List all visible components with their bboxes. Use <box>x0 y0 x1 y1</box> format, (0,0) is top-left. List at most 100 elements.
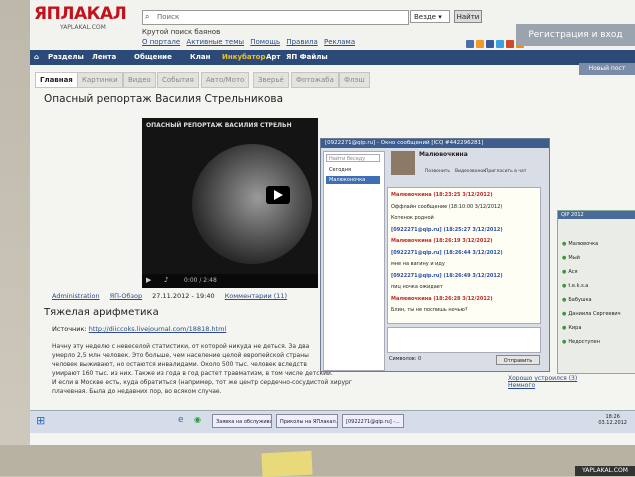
screen: ЯПЛАКАЛ YAPLAKAL.COM ⌕ Поиск Везде ▾ Най… <box>30 0 635 445</box>
taskbar: ⊞ e ◉ Заявка на обслуживан... Приколы на… <box>30 410 635 433</box>
mail-icon[interactable] <box>506 40 514 48</box>
sticky-note <box>261 450 313 477</box>
register-login-button[interactable]: Регистрация и вход <box>516 24 635 46</box>
site-logo[interactable]: ЯПЛАКАЛ <box>34 4 127 24</box>
message-header: [0922271@qip.ru] (18:25:27 3/12/2012) <box>391 226 503 233</box>
browser-icon[interactable]: e <box>178 415 184 425</box>
taskbar-item[interactable]: Заявка на обслуживан... <box>212 414 272 428</box>
contact-list-item[interactable]: Даниила Сергеевич <box>562 311 620 317</box>
link-about[interactable]: О портале <box>142 38 180 46</box>
video-controls[interactable]: ▶ ♪ 0:00 / 2:48 <box>142 274 318 288</box>
post-comments[interactable]: Комментарии (11) <box>225 292 287 300</box>
link-active-topics[interactable]: Активные темы <box>186 38 244 46</box>
taskbar-item[interactable]: [0922271@qip.ru] -... <box>342 414 404 428</box>
message-text: Котенок родной <box>391 215 434 221</box>
message-header: [0922271@qip.ru] (18:26:44 3/12/2012) <box>391 249 503 256</box>
nav-incubator[interactable]: Инкубатор <box>222 53 266 61</box>
search-placeholder: Поиск <box>157 13 180 21</box>
post-title-2[interactable]: Тяжелая арифметика <box>44 307 159 318</box>
nav-files[interactable]: ЯП Файлы <box>286 53 328 61</box>
send-button[interactable]: Отправить <box>496 355 540 365</box>
body-line: плачевная. Была до недавних пор, во всяк… <box>52 388 222 395</box>
clock-date: 03.12.2012 <box>598 420 627 426</box>
nav-clan[interactable]: Клан <box>190 53 210 61</box>
twitter-icon[interactable] <box>496 40 504 48</box>
facebook-icon[interactable] <box>486 40 494 48</box>
message-header: [0922271@qip.ru] (18:26:49 3/12/2012) <box>391 272 503 279</box>
body-line: умирают 160 тыс. из них. Также из года в… <box>52 370 333 377</box>
new-post-button[interactable]: Новый пост <box>579 63 635 75</box>
avatar <box>391 151 415 175</box>
contact-list-item[interactable]: Недоступен <box>562 339 600 345</box>
chat-titlebar[interactable]: [0922271@qip.ru] - Окно сообщений [ICQ #… <box>321 139 549 148</box>
nav-chat[interactable]: Общение <box>134 53 172 61</box>
tab-main[interactable]: Главная <box>35 72 78 88</box>
search-input[interactable]: ⌕ Поиск <box>142 10 409 25</box>
nav-art[interactable]: Арт <box>266 53 281 61</box>
contact-group-today[interactable]: Сегодня <box>326 166 380 174</box>
message-text: Блин, ты не поспишь ночью? <box>391 307 468 313</box>
volume-icon[interactable]: ♪ <box>164 276 168 284</box>
post-section[interactable]: ЯП-Обзор <box>110 292 142 300</box>
contact-list-item[interactable]: Кира <box>562 325 581 331</box>
post-title[interactable]: Опасный репортаж Василия Стрельникова <box>44 93 283 105</box>
search-button[interactable]: Найти <box>454 10 482 23</box>
sidebar-link[interactable]: Хорошо устроился (3) <box>508 375 577 382</box>
vk-icon[interactable] <box>466 40 474 48</box>
post-meta: Administration ЯП-Обзор 27.11.2012 - 19:… <box>52 292 295 300</box>
call-button[interactable]: Позвонить <box>425 169 450 174</box>
post-source: Источник: http://diiccoks.livejournal.co… <box>52 325 226 333</box>
source-label: Источник: <box>52 325 87 333</box>
sidebar-link[interactable]: Немного <box>508 382 577 389</box>
home-icon[interactable]: ⌂ <box>34 53 39 61</box>
contact-list-item[interactable]: Малювочка <box>562 241 598 247</box>
invite-chat-button[interactable]: Пригласить в чат <box>485 169 526 174</box>
play-button[interactable] <box>266 186 290 204</box>
message-text: Оффлайн сообщение (18:10:00 3/12/2012) <box>391 203 503 210</box>
monitor-bottom <box>0 445 635 476</box>
play-icon[interactable]: ▶ <box>146 276 151 284</box>
video-time: 0:00 / 2:48 <box>184 277 217 284</box>
tab-auto[interactable]: Авто/Мото <box>201 72 250 88</box>
chat-window[interactable]: [0922271@qip.ru] - Окно сообщений [ICQ #… <box>320 138 550 372</box>
link-help[interactable]: Помощь <box>250 38 280 46</box>
contact-list-item[interactable]: Ася <box>562 269 577 275</box>
qip-icon[interactable]: ◉ <box>194 415 201 424</box>
ok-icon[interactable] <box>476 40 484 48</box>
link-rules[interactable]: Правила <box>286 38 317 46</box>
contact-list-window[interactable]: QIP 2012 Малювочка Мый Ася t.e.k.s.a Бабушка… <box>557 210 635 374</box>
post-author[interactable]: Administration <box>52 292 100 300</box>
start-icon[interactable]: ⊞ <box>36 414 45 427</box>
contact-list-item[interactable]: Мый <box>562 255 580 261</box>
message-input[interactable] <box>387 327 541 353</box>
tab-animals[interactable]: Зверьё <box>253 72 289 88</box>
tab-events[interactable]: События <box>157 72 199 88</box>
contact-list-item[interactable]: Бабушка <box>562 297 591 303</box>
tab-photoshop[interactable]: Фотожаба <box>291 72 339 88</box>
taskbar-item[interactable]: Приколы на ЯПлакал... <box>276 414 338 428</box>
search-icon: ⌕ <box>145 12 150 21</box>
header-links: О портале Активные темы Помощь Правила Р… <box>142 38 359 46</box>
message-header: Малювочкина (18:26:28 3/12/2012) <box>391 295 493 302</box>
message-text: мне на вагину и иду <box>391 261 445 267</box>
tab-video[interactable]: Видео <box>123 72 156 88</box>
logo-subtitle: YAPLAKAL.COM <box>60 24 106 31</box>
message-history: Малювочкина (18:23:25 3/12/2012) Оффлайн … <box>387 187 541 324</box>
video-player[interactable]: ОПАСНЫЙ РЕПОРТАЖ ВАСИЛИЯ СТРЕЛЬН ▶ ♪ 0:0… <box>142 118 318 288</box>
message-text: пиц ночка ожидает <box>391 284 443 290</box>
search-scope-select[interactable]: Везде ▾ <box>410 10 450 23</box>
body-line: человек выживают, но остаются инвалидами… <box>52 361 307 368</box>
nav-sections[interactable]: Разделы <box>48 53 84 61</box>
link-ads[interactable]: Реклама <box>324 38 355 46</box>
video-call-button[interactable]: Видеозвонок <box>455 169 486 174</box>
tab-pictures[interactable]: Картинки <box>77 72 123 88</box>
search-scope-value: Везде <box>414 13 436 21</box>
tab-flash[interactable]: Флэш <box>339 72 370 88</box>
sidebar-links: Хорошо устроился (3) Немного <box>508 375 577 389</box>
taskbar-clock[interactable]: 18:26 03.12.2012 <box>598 414 627 426</box>
find-chat-input[interactable]: Найти беседу <box>326 154 380 162</box>
contact-item[interactable]: Малюконочка <box>326 176 380 184</box>
source-link[interactable]: http://diiccoks.livejournal.com/18818.ht… <box>89 325 227 333</box>
nav-feed[interactable]: Лента <box>92 53 116 61</box>
contact-list-item[interactable]: t.e.k.s.a <box>562 283 588 289</box>
